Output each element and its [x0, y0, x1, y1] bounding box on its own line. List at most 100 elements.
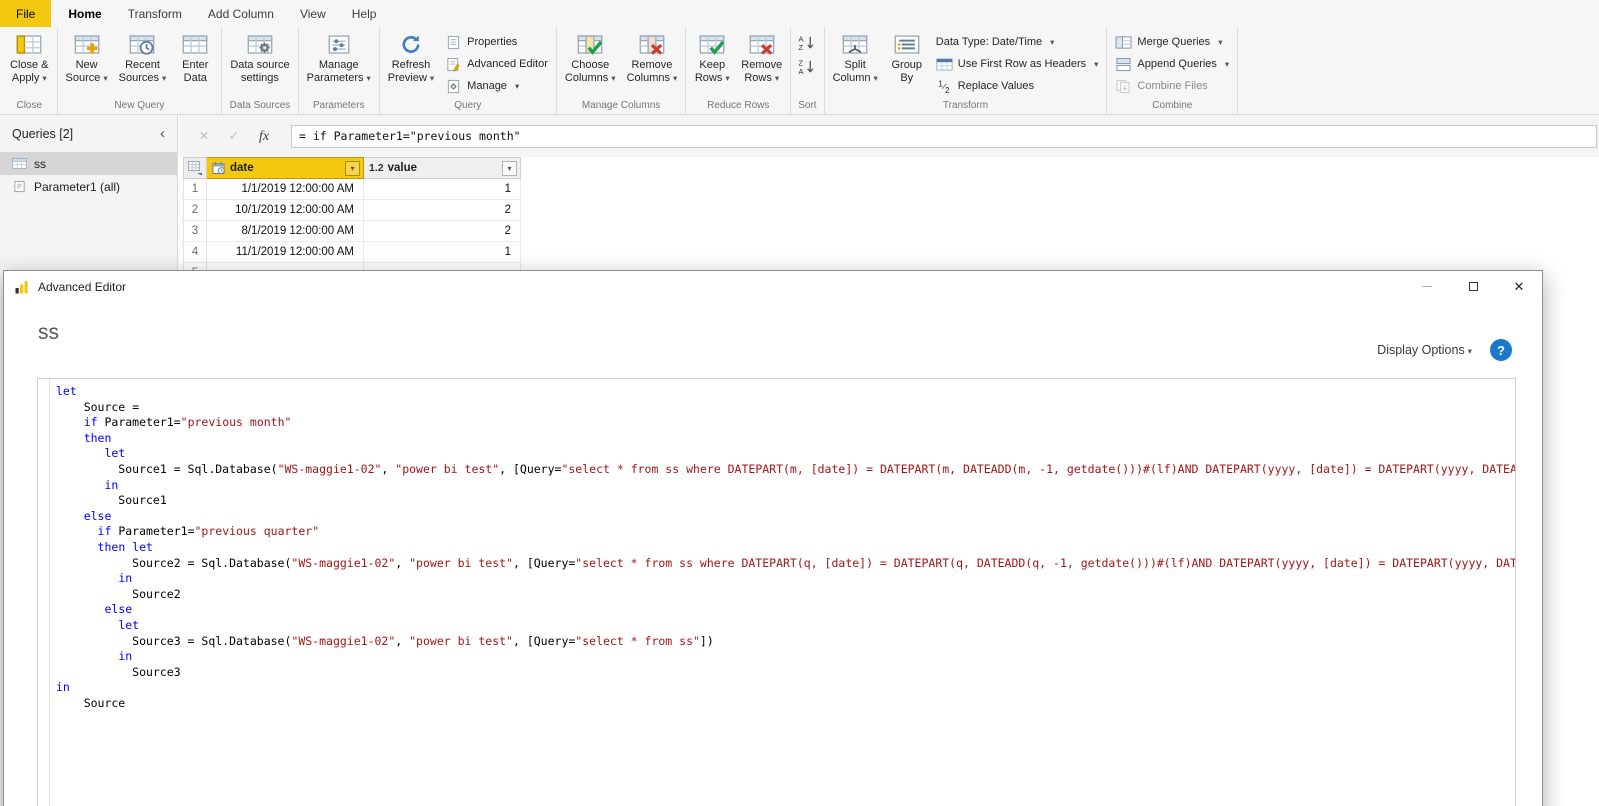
- filter-dropdown-icon[interactable]: [502, 160, 517, 176]
- advanced-editor-dialog: Advanced Editor ss Display Options ? let…: [3, 270, 1543, 806]
- table-row: 4 11/1/2019 12:00:00 AM 1: [183, 242, 521, 263]
- ribbon-group-label: Query: [454, 100, 482, 111]
- menubar: File Home Transform Add Column View Help: [0, 0, 1599, 27]
- row-number[interactable]: 3: [183, 221, 207, 242]
- queries-pane-title: Queries [2]: [12, 126, 74, 141]
- tab-add-column[interactable]: Add Column: [195, 0, 287, 27]
- recent-sources-button[interactable]: Recent Sources: [114, 29, 172, 86]
- tab-file[interactable]: File: [0, 0, 52, 27]
- collapse-pane-icon[interactable]: [160, 125, 165, 142]
- append-queries-button[interactable]: Append Queries: [1110, 54, 1234, 74]
- tab-home[interactable]: Home: [55, 0, 114, 27]
- manage-icon: [445, 79, 462, 94]
- cell-value[interactable]: 2: [364, 200, 521, 221]
- power-query-editor-window: File Home Transform Add Column View Help Clos…: [0, 0, 1599, 806]
- keep-rows-button[interactable]: Keep Rows: [689, 29, 735, 86]
- column-header-date[interactable]: date: [207, 157, 364, 179]
- dropdown-caret-icon: [1215, 36, 1222, 48]
- split-column-button[interactable]: Split Column: [828, 29, 883, 86]
- cell-value[interactable]: 1: [364, 242, 521, 263]
- advanced-editor-icon: [445, 57, 462, 72]
- queries-pane-header: Queries [2]: [0, 115, 177, 152]
- merge-queries-button[interactable]: Merge Queries: [1110, 32, 1234, 52]
- replace-values-button[interactable]: 1 2 Replace Values: [931, 76, 1104, 96]
- first-row-headers-icon: [936, 57, 953, 72]
- row-number[interactable]: 4: [183, 242, 207, 263]
- data-type-date-time-button[interactable]: Data Type: Date/Time: [931, 32, 1104, 52]
- help-button[interactable]: ?: [1490, 339, 1512, 361]
- commit-formula-icon: [219, 127, 249, 145]
- properties-button[interactable]: Properties: [440, 32, 553, 52]
- dialog-titlebar: Advanced Editor: [4, 271, 1542, 302]
- tab-transform[interactable]: Transform: [115, 0, 195, 27]
- new-source-icon: [74, 34, 100, 55]
- cell-value[interactable]: 1: [364, 179, 521, 200]
- grid-body: 1 1/1/2019 12:00:00 AM 1 2 10/1/2019 12:00:0…: [183, 179, 521, 284]
- svg-text:Z: Z: [799, 43, 804, 51]
- query-name-heading: ss: [38, 321, 59, 344]
- minimize-icon: [1422, 286, 1432, 287]
- row-number[interactable]: 1: [183, 179, 207, 200]
- manage-parameters-button[interactable]: Manage Parameters: [302, 29, 376, 86]
- refresh-icon: [398, 34, 424, 55]
- tab-help[interactable]: Help: [339, 0, 390, 27]
- parameter-icon: [12, 180, 27, 193]
- ribbon-group-new-query: NewSourceRecentSourcesEnterData New Query: [58, 27, 223, 114]
- queries-list: ss Parameter1 (all): [0, 152, 177, 198]
- dialog-actions: Display Options ?: [1377, 339, 1512, 361]
- sort-za-button[interactable]: ZA: [794, 56, 818, 77]
- manage-button[interactable]: Manage: [440, 76, 553, 96]
- row-number[interactable]: 2: [183, 200, 207, 221]
- properties-icon: [445, 35, 462, 50]
- query-item-ss[interactable]: ss: [0, 152, 177, 175]
- cell-date[interactable]: 1/1/2019 12:00:00 AM: [207, 179, 364, 200]
- filter-dropdown-icon[interactable]: [345, 160, 360, 176]
- maximize-button[interactable]: [1450, 271, 1496, 302]
- close-icon: [1514, 278, 1525, 296]
- cell-date[interactable]: 11/1/2019 12:00:00 AM: [207, 242, 364, 263]
- merge-queries-icon: [1115, 35, 1132, 50]
- append-queries-icon: [1115, 57, 1132, 72]
- display-options-dropdown[interactable]: Display Options: [1377, 343, 1472, 357]
- data-source-settings-button[interactable]: Data source settings: [225, 29, 294, 86]
- ribbon-group-label: Manage Columns: [581, 100, 661, 111]
- ribbon-group-combine: Merge QueriesAppend QueriesCombine Files…: [1107, 27, 1239, 114]
- close-apply-button[interactable]: Close & Apply: [5, 29, 54, 86]
- sort-az-button[interactable]: AZ: [794, 32, 818, 53]
- remove-columns-button[interactable]: Remove Columns: [622, 29, 683, 86]
- combine-files-button: Combine Files: [1110, 76, 1234, 96]
- window-controls: [1404, 271, 1542, 302]
- ribbon-group-close: Close &Apply Close: [2, 27, 58, 114]
- choose-columns-button[interactable]: Choose Columns: [560, 29, 621, 86]
- remove-rows-button[interactable]: Remove Rows: [736, 29, 787, 86]
- cell-date[interactable]: 8/1/2019 12:00:00 AM: [207, 221, 364, 242]
- refresh-preview-button[interactable]: Refresh Preview: [383, 29, 439, 86]
- ribbon-group-label: New Query: [114, 100, 165, 111]
- new-source-button[interactable]: New Source: [61, 29, 113, 86]
- close-apply-icon: [16, 34, 42, 55]
- formula-text: = if Parameter1="previous month": [299, 129, 521, 143]
- cell-value[interactable]: 2: [364, 221, 521, 242]
- svg-text:1: 1: [938, 79, 943, 88]
- code-editor[interactable]: let Source = if Parameter1="previous mon…: [37, 378, 1516, 806]
- group-by-button[interactable]: Group By: [884, 29, 930, 86]
- formula-input[interactable]: = if Parameter1="previous month": [291, 124, 1597, 148]
- use-first-row-as-headers-button[interactable]: Use First Row as Headers: [931, 54, 1104, 74]
- close-button[interactable]: [1496, 271, 1542, 302]
- data-source-settings-icon: [247, 34, 273, 55]
- cell-date[interactable]: 10/1/2019 12:00:00 AM: [207, 200, 364, 221]
- table-row: 2 10/1/2019 12:00:00 AM 2: [183, 200, 521, 221]
- maximize-icon: [1468, 282, 1478, 291]
- enter-data-button[interactable]: Enter Data: [172, 29, 218, 86]
- group-by-icon: [894, 34, 920, 55]
- select-all-button[interactable]: [183, 157, 207, 179]
- svg-text:2: 2: [945, 86, 950, 94]
- remove-rows-icon: [749, 34, 775, 55]
- advanced-editor-button[interactable]: Advanced Editor: [440, 54, 553, 74]
- dropdown-caret-icon: [159, 72, 166, 84]
- query-item-parameter1-all[interactable]: Parameter1 (all): [0, 175, 177, 198]
- column-header-value[interactable]: 1.2 value: [364, 157, 521, 179]
- tab-view[interactable]: View: [287, 0, 339, 27]
- number-type-badge: 1.2: [369, 162, 384, 174]
- dropdown-caret-icon: [608, 72, 615, 84]
